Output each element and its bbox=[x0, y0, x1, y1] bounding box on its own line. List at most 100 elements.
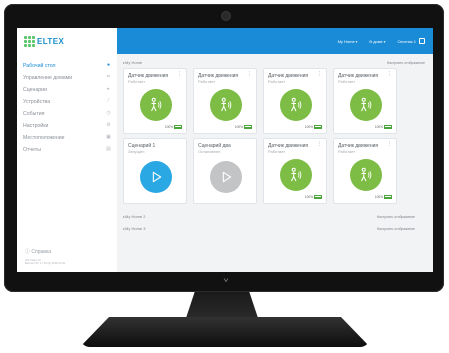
battery-icon bbox=[244, 125, 252, 129]
top-bar: ELTEX My Home В доме Охотник 1 bbox=[17, 28, 433, 54]
card-status: Работает bbox=[128, 79, 146, 84]
battery-indicator: 100% bbox=[375, 125, 392, 129]
device-card[interactable]: Датчик движения Работает ⋮ 100% bbox=[123, 68, 187, 134]
more-icon[interactable]: ⋮ bbox=[387, 142, 392, 147]
help-link[interactable]: ⓘ Справка bbox=[25, 248, 51, 255]
sidebar-item-reports[interactable]: Отчеты ▤ bbox=[23, 144, 111, 155]
more-icon[interactable]: ⋮ bbox=[317, 142, 322, 147]
logo-mark-icon bbox=[24, 35, 35, 47]
monitor-stand-neck bbox=[186, 292, 258, 318]
battery-level: 100% bbox=[234, 125, 243, 129]
configure-display-link[interactable]: Настроить отображение bbox=[387, 61, 425, 65]
motion-sensor-icon bbox=[280, 159, 312, 191]
battery-level: 100% bbox=[374, 195, 383, 199]
sidebar-item-devices[interactable]: Устройства ⁄ bbox=[23, 96, 111, 107]
battery-icon bbox=[314, 195, 322, 199]
footer-info: 2017 Eltex.IO Версия ПО: 1.7 RC(2) 2018-… bbox=[25, 259, 65, 266]
device-card[interactable]: Датчик движения Работает ⋮ 100% bbox=[263, 68, 327, 134]
motion-sensor-icon bbox=[280, 89, 312, 121]
scenario-card[interactable]: Сценарий 1 Запущен bbox=[123, 138, 187, 204]
battery-level: 100% bbox=[374, 125, 383, 129]
motion-sensor-icon bbox=[140, 89, 172, 121]
home-selector[interactable]: My Home bbox=[338, 39, 358, 44]
battery-level: 100% bbox=[304, 125, 313, 129]
device-card[interactable]: Датчик движения Работает ⋮ 100% bbox=[193, 68, 257, 134]
battery-icon bbox=[384, 195, 392, 199]
motion-sensor-icon bbox=[210, 89, 242, 121]
sidebar-item-location[interactable]: Местоположение ▣ bbox=[23, 132, 111, 143]
monitor-stand-base bbox=[80, 317, 370, 347]
logo-text: ELTEX bbox=[37, 36, 65, 46]
people-icon: ≒ bbox=[106, 74, 111, 80]
battery-indicator: 100% bbox=[375, 195, 392, 199]
user-menu[interactable]: Охотник 1 bbox=[397, 38, 425, 44]
sidebar-item-desktop[interactable]: Рабочий стол ● bbox=[23, 60, 111, 71]
device-card[interactable]: Датчик движения Работает ⋮ 100% bbox=[333, 68, 397, 134]
device-card[interactable]: Датчик движения Работает ⋮ 100% bbox=[263, 138, 327, 204]
motion-sensor-icon bbox=[350, 159, 382, 191]
sidebar-item-settings[interactable]: Настройки ⚙ bbox=[23, 120, 111, 131]
motion-sensor-icon bbox=[350, 89, 382, 121]
pin-icon: ● bbox=[106, 62, 111, 68]
battery-level: 100% bbox=[164, 125, 173, 129]
section-title-my-home-3[interactable]: My Home 3 bbox=[123, 226, 145, 231]
battery-icon bbox=[384, 125, 392, 129]
battery-indicator: 100% bbox=[305, 195, 322, 199]
help-label: Справка bbox=[31, 249, 52, 255]
dashboard: My Home Настроить отображение Датчик дви… bbox=[117, 54, 433, 272]
card-status: Работает bbox=[338, 79, 356, 84]
clock-icon: ◷ bbox=[106, 110, 111, 116]
more-icon[interactable]: ⋮ bbox=[177, 72, 182, 77]
more-icon[interactable]: ⋮ bbox=[387, 72, 392, 77]
sidebar-item-scenarios[interactable]: Сценарии ▸ bbox=[23, 84, 111, 95]
battery-icon bbox=[174, 125, 182, 129]
version: Версия ПО: 1.7 RC(2) 2018-10 09 bbox=[25, 262, 65, 266]
map-icon: ▣ bbox=[106, 134, 111, 140]
play-icon[interactable] bbox=[140, 161, 172, 193]
sidebar-item-label: Рабочий стол bbox=[23, 62, 56, 69]
configure-display-link[interactable]: Настроить отображение bbox=[377, 227, 415, 231]
app-screen: ELTEX My Home В доме Охотник 1 Рабочий с… bbox=[17, 28, 433, 272]
brand-logo-icon bbox=[223, 277, 229, 283]
sidebar-item-label: Отчеты bbox=[23, 146, 41, 153]
sidebar-item-events[interactable]: События ◷ bbox=[23, 108, 111, 119]
card-status: Работает bbox=[198, 79, 216, 84]
sidebar: Рабочий стол ● Управление домами ≒ Сцена… bbox=[17, 54, 117, 272]
webcam bbox=[221, 11, 231, 21]
card-status: Работает bbox=[268, 79, 286, 84]
card-status: Запущен bbox=[128, 149, 145, 154]
sidebar-item-homes[interactable]: Управление домами ≒ bbox=[23, 72, 111, 83]
card-status: Работает bbox=[338, 149, 356, 154]
battery-level: 100% bbox=[304, 195, 313, 199]
configure-display-link[interactable]: Настроить отображение bbox=[377, 215, 415, 219]
more-icon[interactable]: ⋮ bbox=[247, 72, 252, 77]
device-card[interactable]: Датчик движения Работает ⋮ 100% bbox=[333, 138, 397, 204]
monitor: ELTEX My Home В доме Охотник 1 Рабочий с… bbox=[4, 4, 444, 292]
battery-indicator: 100% bbox=[165, 125, 182, 129]
card-status: Остановлен bbox=[198, 149, 221, 154]
play-icon[interactable] bbox=[210, 161, 242, 193]
more-icon[interactable]: ⋮ bbox=[317, 72, 322, 77]
user-icon bbox=[419, 38, 425, 44]
user-name: Охотник 1 bbox=[397, 38, 416, 44]
battery-icon bbox=[314, 125, 322, 129]
sidebar-item-label: Сценарии bbox=[23, 86, 47, 93]
card-status: Работает bbox=[268, 149, 286, 154]
document-icon: ▤ bbox=[106, 146, 111, 152]
battery-indicator: 100% bbox=[235, 125, 252, 129]
section-title-my-home[interactable]: My Home bbox=[123, 60, 142, 65]
pencil-icon: ⁄ bbox=[108, 98, 109, 104]
play-icon: ▸ bbox=[107, 86, 110, 92]
battery-indicator: 100% bbox=[305, 125, 322, 129]
sidebar-item-label: Настройки bbox=[23, 122, 49, 129]
sidebar-item-label: События bbox=[23, 110, 45, 117]
sidebar-item-label: Местоположение bbox=[23, 134, 65, 141]
group-selector[interactable]: В доме bbox=[369, 39, 385, 44]
gear-icon: ⚙ bbox=[106, 122, 111, 128]
section-title-my-home-2[interactable]: My Home 2 bbox=[123, 214, 145, 219]
logo[interactable]: ELTEX bbox=[17, 28, 117, 54]
scenario-card[interactable]: Сценарий два Остановлен bbox=[193, 138, 257, 204]
sidebar-item-label: Устройства bbox=[23, 98, 51, 105]
sidebar-item-label: Управление домами bbox=[23, 74, 73, 81]
header-bar: My Home В доме Охотник 1 bbox=[117, 28, 433, 54]
